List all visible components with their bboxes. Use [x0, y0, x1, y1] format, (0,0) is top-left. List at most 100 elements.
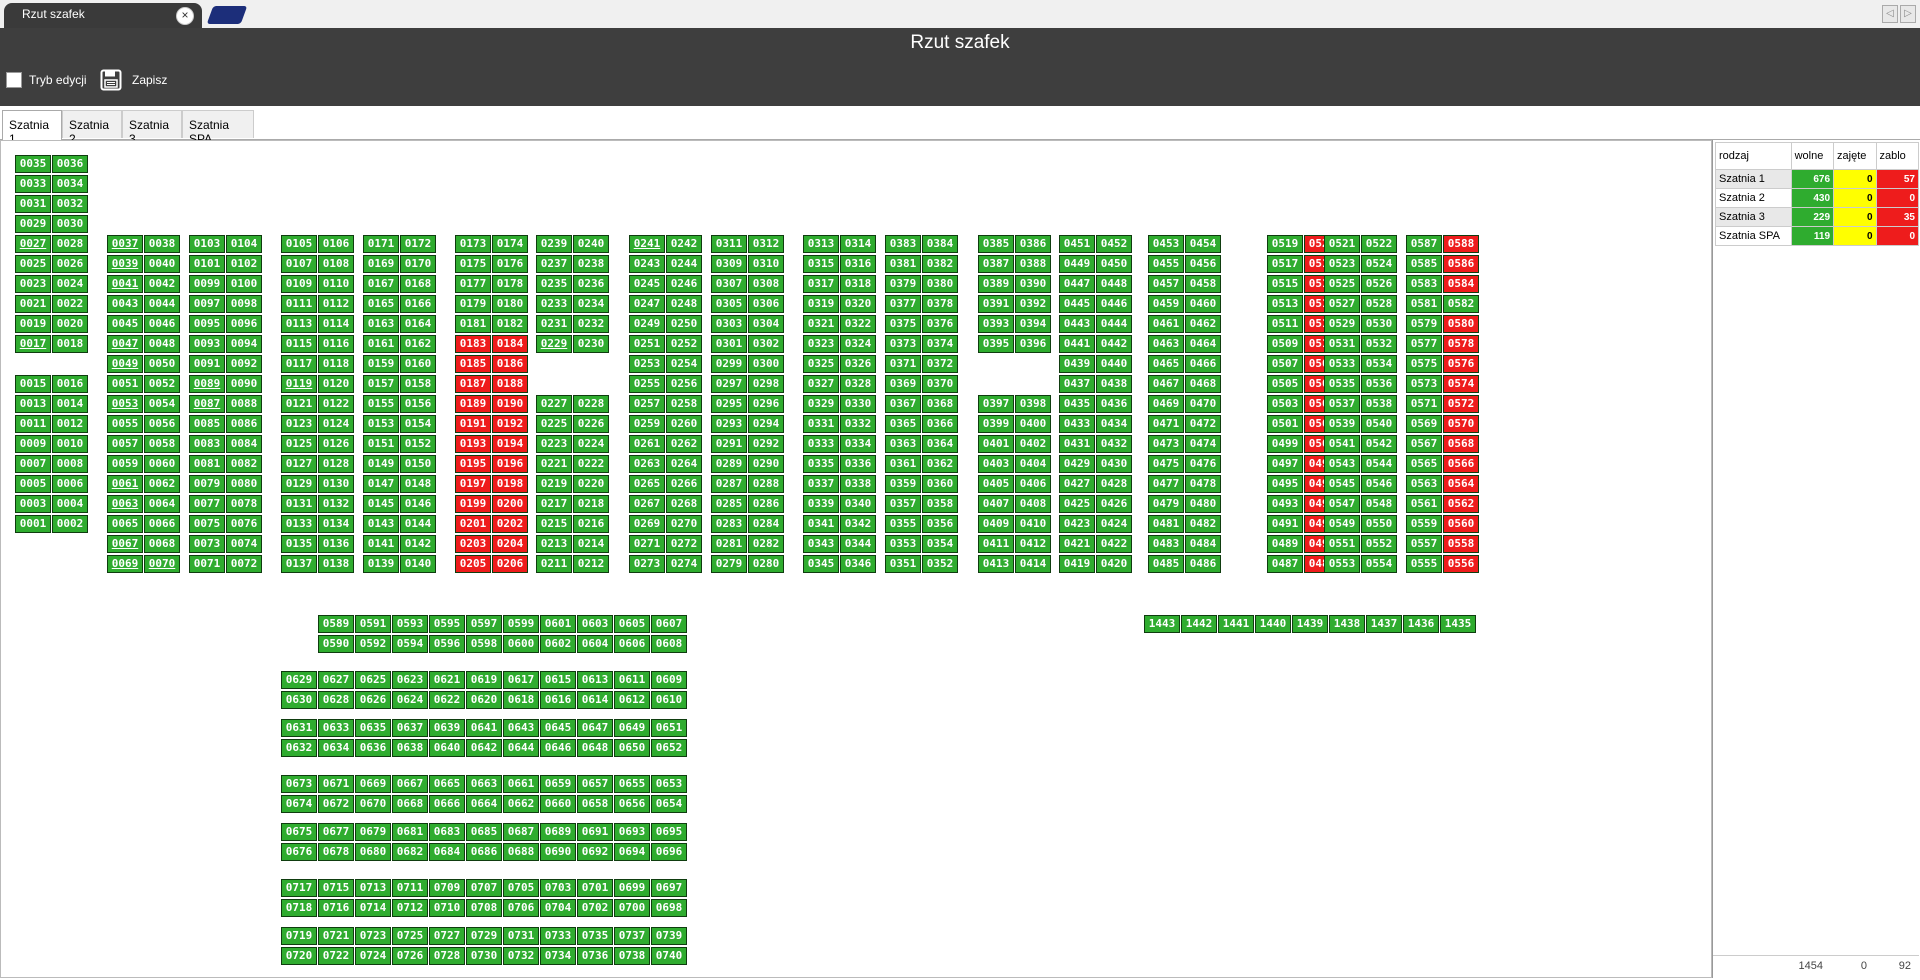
locker-0262[interactable]: 0262: [666, 435, 702, 453]
locker-0323[interactable]: 0323: [803, 335, 839, 353]
locker-0269[interactable]: 0269: [629, 515, 665, 533]
locker-0481[interactable]: 0481: [1148, 515, 1184, 533]
locker-0393[interactable]: 0393: [978, 315, 1014, 333]
locker-0491[interactable]: 0491: [1267, 515, 1303, 533]
locker-0292[interactable]: 0292: [748, 435, 784, 453]
locker-0436[interactable]: 0436: [1096, 395, 1132, 413]
locker-0361[interactable]: 0361: [885, 455, 921, 473]
locker-0651[interactable]: 0651: [651, 719, 687, 737]
locker-0468[interactable]: 0468: [1185, 375, 1221, 393]
locker-0305[interactable]: 0305: [711, 295, 747, 313]
locker-0230[interactable]: 0230: [573, 335, 609, 353]
locker-0579[interactable]: 0579: [1406, 315, 1442, 333]
locker-0618[interactable]: 0618: [503, 691, 539, 709]
locker-0245[interactable]: 0245: [629, 275, 665, 293]
locker-0089[interactable]: 0089: [189, 375, 225, 393]
locker-0340[interactable]: 0340: [840, 495, 876, 513]
locker-0698[interactable]: 0698: [651, 899, 687, 917]
locker-0542[interactable]: 0542: [1361, 435, 1397, 453]
locker-0575[interactable]: 0575: [1406, 355, 1442, 373]
locker-0552[interactable]: 0552: [1361, 535, 1397, 553]
locker-0070[interactable]: 0070: [144, 555, 180, 573]
locker-0389[interactable]: 0389: [978, 275, 1014, 293]
locker-0471[interactable]: 0471: [1148, 415, 1184, 433]
locker-0422[interactable]: 0422: [1096, 535, 1132, 553]
locker-0598[interactable]: 0598: [466, 635, 502, 653]
locker-0326[interactable]: 0326: [840, 355, 876, 373]
locker-0387[interactable]: 0387: [978, 255, 1014, 273]
locker-0696[interactable]: 0696: [651, 843, 687, 861]
locker-0264[interactable]: 0264: [666, 455, 702, 473]
locker-0288[interactable]: 0288: [748, 475, 784, 493]
locker-0042[interactable]: 0042: [144, 275, 180, 293]
locker-0116[interactable]: 0116: [318, 335, 354, 353]
locker-0035[interactable]: 0035: [15, 155, 51, 173]
locker-0475[interactable]: 0475: [1148, 455, 1184, 473]
locker-0041[interactable]: 0041: [107, 275, 143, 293]
locker-0719[interactable]: 0719: [281, 927, 317, 945]
locker-1440[interactable]: 1440: [1255, 615, 1291, 633]
locker-0390[interactable]: 0390: [1015, 275, 1051, 293]
locker-0588[interactable]: 0588: [1443, 235, 1479, 253]
locker-0065[interactable]: 0065: [107, 515, 143, 533]
locker-0726[interactable]: 0726: [392, 947, 428, 965]
locker-0371[interactable]: 0371: [885, 355, 921, 373]
locker-0670[interactable]: 0670: [355, 795, 391, 813]
locker-0385[interactable]: 0385: [978, 235, 1014, 253]
locker-0497[interactable]: 0497: [1267, 455, 1303, 473]
locker-0409[interactable]: 0409: [978, 515, 1014, 533]
locker-0320[interactable]: 0320: [840, 295, 876, 313]
locker-0485[interactable]: 0485: [1148, 555, 1184, 573]
locker-0399[interactable]: 0399: [978, 415, 1014, 433]
locker-0486[interactable]: 0486: [1185, 555, 1221, 573]
locker-0194[interactable]: 0194: [492, 435, 528, 453]
locker-0739[interactable]: 0739: [651, 927, 687, 945]
locker-0009[interactable]: 0009: [15, 435, 51, 453]
locker-0644[interactable]: 0644: [503, 739, 539, 757]
locker-0523[interactable]: 0523: [1324, 255, 1360, 273]
locker-0709[interactable]: 0709: [429, 879, 465, 897]
locker-0062[interactable]: 0062: [144, 475, 180, 493]
locker-0513[interactable]: 0513: [1267, 295, 1303, 313]
locker-0707[interactable]: 0707: [466, 879, 502, 897]
locker-0034[interactable]: 0034: [52, 175, 88, 193]
locker-0071[interactable]: 0071: [189, 555, 225, 573]
locker-0573[interactable]: 0573: [1406, 375, 1442, 393]
locker-0079[interactable]: 0079: [189, 475, 225, 493]
locker-0299[interactable]: 0299: [711, 355, 747, 373]
locker-0223[interactable]: 0223: [536, 435, 572, 453]
locker-0339[interactable]: 0339: [803, 495, 839, 513]
locker-0718[interactable]: 0718: [281, 899, 317, 917]
locker-0344[interactable]: 0344: [840, 535, 876, 553]
locker-0170[interactable]: 0170: [400, 255, 436, 273]
locker-0313[interactable]: 0313: [803, 235, 839, 253]
locker-0172[interactable]: 0172: [400, 235, 436, 253]
locker-0689[interactable]: 0689: [540, 823, 576, 841]
locker-0102[interactable]: 0102: [226, 255, 262, 273]
locker-0630[interactable]: 0630: [281, 691, 317, 709]
locker-0472[interactable]: 0472: [1185, 415, 1221, 433]
locker-0710[interactable]: 0710: [429, 899, 465, 917]
locker-0352[interactable]: 0352: [922, 555, 958, 573]
locker-0225[interactable]: 0225: [536, 415, 572, 433]
locker-0463[interactable]: 0463: [1148, 335, 1184, 353]
locker-0193[interactable]: 0193: [455, 435, 491, 453]
locker-0227[interactable]: 0227: [536, 395, 572, 413]
locker-0373[interactable]: 0373: [885, 335, 921, 353]
col-zajete[interactable]: zajęte: [1833, 142, 1877, 170]
locker-0591[interactable]: 0591: [355, 615, 391, 633]
locker-0331[interactable]: 0331: [803, 415, 839, 433]
locker-0321[interactable]: 0321: [803, 315, 839, 333]
locker-0165[interactable]: 0165: [363, 295, 399, 313]
locker-0529[interactable]: 0529: [1324, 315, 1360, 333]
locker-0376[interactable]: 0376: [922, 315, 958, 333]
locker-0229[interactable]: 0229: [536, 335, 572, 353]
locker-0434[interactable]: 0434: [1096, 415, 1132, 433]
locker-0214[interactable]: 0214: [573, 535, 609, 553]
locker-0173[interactable]: 0173: [455, 235, 491, 253]
locker-0521[interactable]: 0521: [1324, 235, 1360, 253]
locker-0233[interactable]: 0233: [536, 295, 572, 313]
locker-0049[interactable]: 0049: [107, 355, 143, 373]
locker-0693[interactable]: 0693: [614, 823, 650, 841]
locker-0461[interactable]: 0461: [1148, 315, 1184, 333]
